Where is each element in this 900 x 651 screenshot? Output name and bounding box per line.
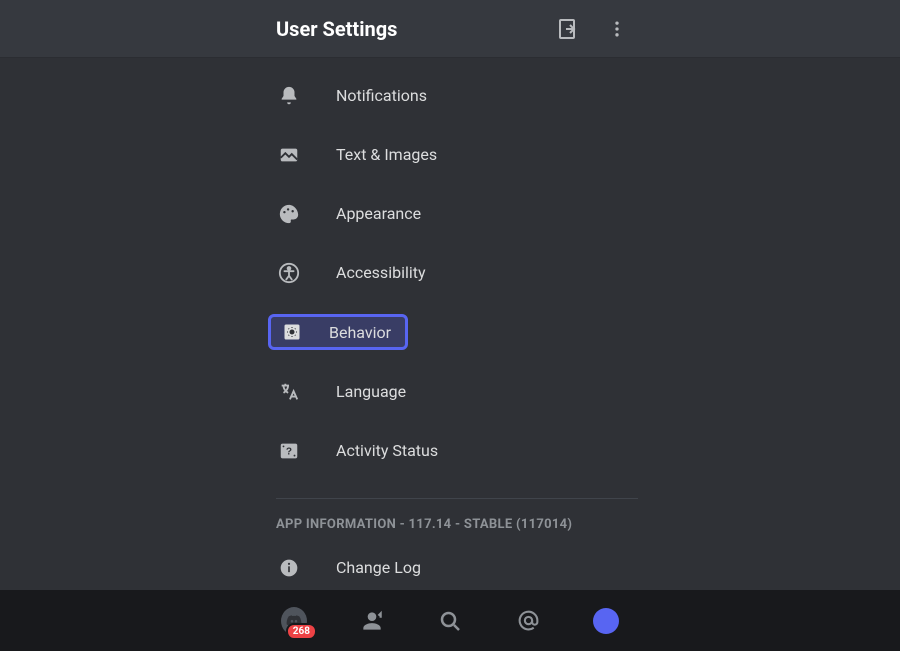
nav-mentions[interactable]: [515, 608, 541, 634]
settings-item-behavior[interactable]: Behavior: [268, 314, 408, 350]
settings-content: Notifications Text & Images Appearan: [0, 58, 900, 590]
info-icon: [278, 557, 300, 579]
settings-item-text-images[interactable]: Text & Images: [258, 125, 638, 184]
section-header-app-info: APP INFORMATION - 117.14 - STABLE (11701…: [276, 498, 638, 532]
settings-item-label: Behavior: [329, 323, 391, 342]
settings-item-label: Text & Images: [336, 145, 437, 164]
bottom-nav: 268: [0, 590, 900, 651]
settings-item-label: Accessibility: [336, 263, 426, 282]
settings-item-appearance[interactable]: Appearance: [258, 184, 638, 243]
page-title: User Settings: [276, 17, 557, 41]
accessibility-icon: [278, 262, 300, 284]
settings-item-change-log[interactable]: Change Log: [258, 538, 638, 590]
translate-icon: [278, 381, 300, 403]
header-bar: User Settings: [0, 0, 900, 58]
nav-search[interactable]: [437, 608, 463, 634]
settings-item-activity-status[interactable]: ? Activity Status: [258, 421, 638, 480]
image-icon: [278, 144, 300, 166]
profile-avatar-icon: [593, 608, 619, 634]
nav-home[interactable]: 268: [281, 608, 307, 634]
header-icons: [557, 17, 629, 41]
palette-icon: [278, 203, 300, 225]
settings-item-language[interactable]: Language: [258, 362, 638, 421]
nav-profile[interactable]: [593, 608, 619, 634]
settings-item-label: Activity Status: [336, 441, 438, 460]
more-vertical-icon[interactable]: [605, 17, 629, 41]
settings-item-label: Notifications: [336, 86, 427, 105]
settings-item-label: Change Log: [336, 558, 421, 577]
settings-item-label: Language: [336, 382, 406, 401]
notification-badge: 268: [286, 623, 317, 640]
svg-text:?: ?: [286, 446, 292, 457]
nav-friends[interactable]: [359, 608, 385, 634]
gear-box-icon: [281, 321, 303, 343]
settings-list: Notifications Text & Images Appearan: [258, 66, 638, 590]
bell-icon: [278, 85, 300, 107]
exit-icon[interactable]: [557, 17, 581, 41]
activity-icon: ?: [278, 440, 300, 462]
settings-item-label: Appearance: [336, 204, 421, 223]
settings-item-accessibility[interactable]: Accessibility: [258, 243, 638, 302]
settings-item-notifications[interactable]: Notifications: [258, 66, 638, 125]
